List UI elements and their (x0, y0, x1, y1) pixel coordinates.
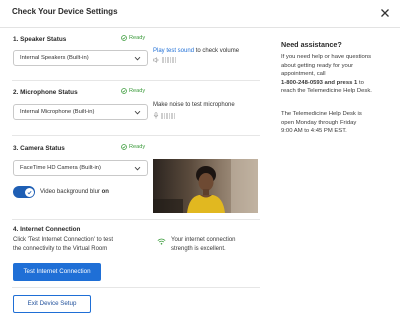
internet-instructions: Click 'Test Internet Connection' to test… (13, 236, 113, 253)
section-divider (12, 287, 260, 288)
check-icon (27, 190, 32, 194)
speaker-icon (153, 57, 159, 63)
chevron-down-icon (134, 110, 141, 115)
speaker-section-title: 1. Speaker Status (13, 36, 67, 43)
section-divider (12, 80, 260, 81)
device-settings-modal: Check Your Device Settings 1. Speaker St… (0, 0, 400, 319)
speaker-status-badge: Ready (121, 35, 145, 41)
assistance-line: 9:00 AM to 4:45 PM EST. (281, 128, 347, 135)
modal-title: Check Your Device Settings (12, 7, 118, 16)
instructions-line: the connectivity to the Virtual Room (13, 245, 108, 252)
camera-status-text: Ready (129, 144, 146, 150)
test-internet-button[interactable]: Test Internet Connection (13, 263, 101, 281)
camera-select-value: FaceTime HD Camera (Built-in) (20, 165, 101, 171)
speaker-status-text: Ready (129, 35, 146, 41)
close-icon[interactable] (380, 8, 390, 18)
assistance-paragraph-2: The Telemedicine Help Desk is open Monda… (281, 110, 396, 136)
assistance-line: reach the Telemedicine Help Desk. (281, 88, 372, 95)
assistance-line: If you need help or have questions (281, 54, 372, 60)
help-desk-phone: 1-800-248-0593 and press 1 (281, 79, 358, 86)
microphone-select-value: Internal Microphone (Built-in) (20, 109, 95, 115)
camera-select[interactable]: FaceTime HD Camera (Built-in) (13, 160, 148, 176)
assistance-phone-line: 1-800-248-0593 and press 1 to (281, 79, 396, 88)
play-test-sound-link[interactable]: Play test sound (153, 48, 194, 54)
mic-level-bars (161, 112, 175, 119)
blur-state: on (101, 189, 109, 195)
assistance-line: about getting ready for your (281, 62, 354, 69)
check-circle-icon (121, 35, 127, 41)
result-line: strength is excellent. (171, 245, 226, 252)
volume-level-bars (162, 57, 176, 63)
speaker-test-text: Play test sound to check volume (153, 48, 239, 54)
camera-section-title: 3. Camera Status (13, 145, 65, 152)
assistance-paragraph-1: If you need help or have questions about… (281, 53, 396, 96)
assistance-line: The Telemedicine Help Desk is (281, 111, 362, 117)
assistance-line: open Monday through Friday (281, 119, 357, 126)
chevron-down-icon (134, 166, 141, 171)
check-circle-icon (121, 88, 127, 94)
wifi-icon (157, 238, 166, 245)
result-line: Your internet connection (171, 237, 236, 243)
check-circle-icon (121, 144, 127, 150)
chevron-down-icon (134, 56, 141, 61)
camera-status-badge: Ready (121, 144, 145, 150)
blur-label-text: Video background blur (40, 189, 100, 195)
microphone-section-title: 2. Microphone Status (13, 89, 78, 96)
assistance-line: to (357, 79, 364, 86)
section-divider (12, 219, 260, 220)
microphone-icon (153, 112, 159, 119)
microphone-select[interactable]: Internal Microphone (Built-in) (13, 104, 148, 120)
internet-section-title: 4. Internet Connection (13, 226, 81, 233)
speaker-test-suffix: to check volume (194, 48, 240, 54)
internet-result: Your internet connection strength is exc… (171, 236, 236, 253)
instructions-line: Click 'Test Internet Connection' to test (13, 237, 114, 243)
speaker-volume-meter (153, 57, 176, 63)
modal-header: Check Your Device Settings (0, 0, 400, 28)
assistance-line: appointment, call (281, 71, 326, 78)
microphone-level-meter (153, 112, 175, 119)
microphone-status-badge: Ready (121, 88, 145, 94)
exit-device-setup-button[interactable]: Exit Device Setup (13, 295, 91, 313)
background-blur-label: Video background blur on (40, 189, 109, 195)
speaker-select[interactable]: Internal Speakers (Built-in) (13, 50, 148, 66)
background-blur-toggle[interactable] (13, 186, 35, 198)
microphone-hint: Make noise to test microphone (153, 102, 235, 108)
camera-preview-image (153, 159, 258, 213)
speaker-select-value: Internal Speakers (Built-in) (20, 55, 89, 61)
microphone-status-text: Ready (129, 88, 146, 94)
assistance-title: Need assistance? (281, 40, 342, 49)
section-divider (12, 135, 260, 136)
camera-preview (153, 159, 258, 213)
